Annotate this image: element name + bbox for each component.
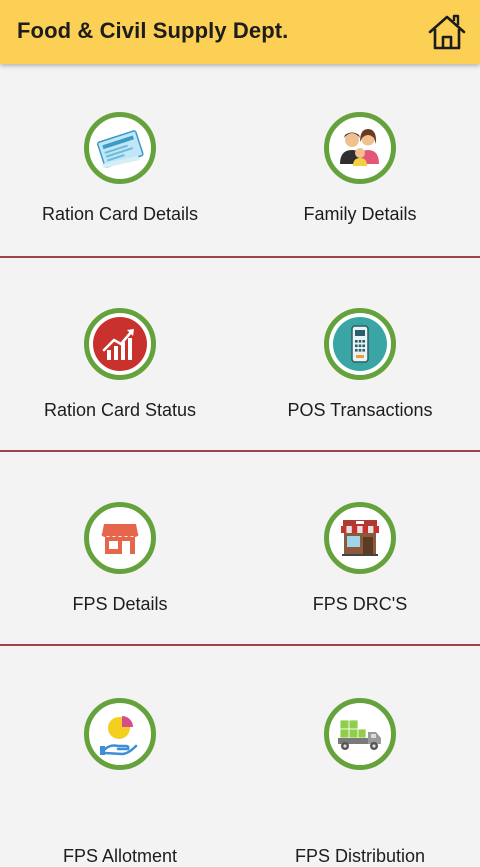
pos-transactions-tile[interactable]: POS Transactions <box>240 258 480 450</box>
family-details-tile[interactable]: Family Details <box>240 64 480 256</box>
home-icon[interactable] <box>426 12 468 52</box>
menu-grid: Ration Card Details Family Details Ratio… <box>0 64 480 866</box>
pos-transactions-label: POS Transactions <box>287 400 433 420</box>
delivery-truck-icon <box>324 698 396 770</box>
fps-details-label: FPS Details <box>72 594 168 614</box>
ration-card-status-tile[interactable]: Ration Card Status <box>0 258 240 450</box>
shop-icon <box>84 502 156 574</box>
family-icon <box>324 112 396 184</box>
app-bar: Food & Civil Supply Dept. <box>0 0 480 64</box>
menu-row-2: Ration Card Status POS Transactions <box>0 258 480 450</box>
pie-chart-hand-icon <box>84 698 156 770</box>
storefront-icon <box>324 502 396 574</box>
menu-row-1: Ration Card Details Family Details <box>0 64 480 256</box>
fps-allotment-label: FPS Allotment <box>62 846 178 866</box>
app-title: Food & Civil Supply Dept. <box>17 18 289 43</box>
fps-drcs-tile[interactable]: FPS DRC'S <box>240 452 480 644</box>
fps-drcs-label: FPS DRC'S <box>312 594 408 614</box>
menu-row-3: FPS Details FPS DRC'S <box>0 452 480 644</box>
fps-distribution-tile[interactable]: FPS Distribution <box>240 646 480 866</box>
ration-card-details-tile[interactable]: Ration Card Details <box>0 64 240 256</box>
fps-allotment-tile[interactable]: FPS Allotment <box>0 646 240 866</box>
fps-details-tile[interactable]: FPS Details <box>0 452 240 644</box>
growth-chart-icon <box>84 308 156 380</box>
pos-terminal-icon <box>324 308 396 380</box>
menu-row-4: FPS Allotment FPS Distribution <box>0 646 480 866</box>
ration-card-status-label: Ration Card Status <box>43 400 197 420</box>
fps-distribution-label: FPS Distribution <box>294 846 426 866</box>
family-details-label: Family Details <box>303 204 417 224</box>
ration-card-icon <box>84 112 156 184</box>
ration-card-details-label: Ration Card Details <box>41 204 199 224</box>
